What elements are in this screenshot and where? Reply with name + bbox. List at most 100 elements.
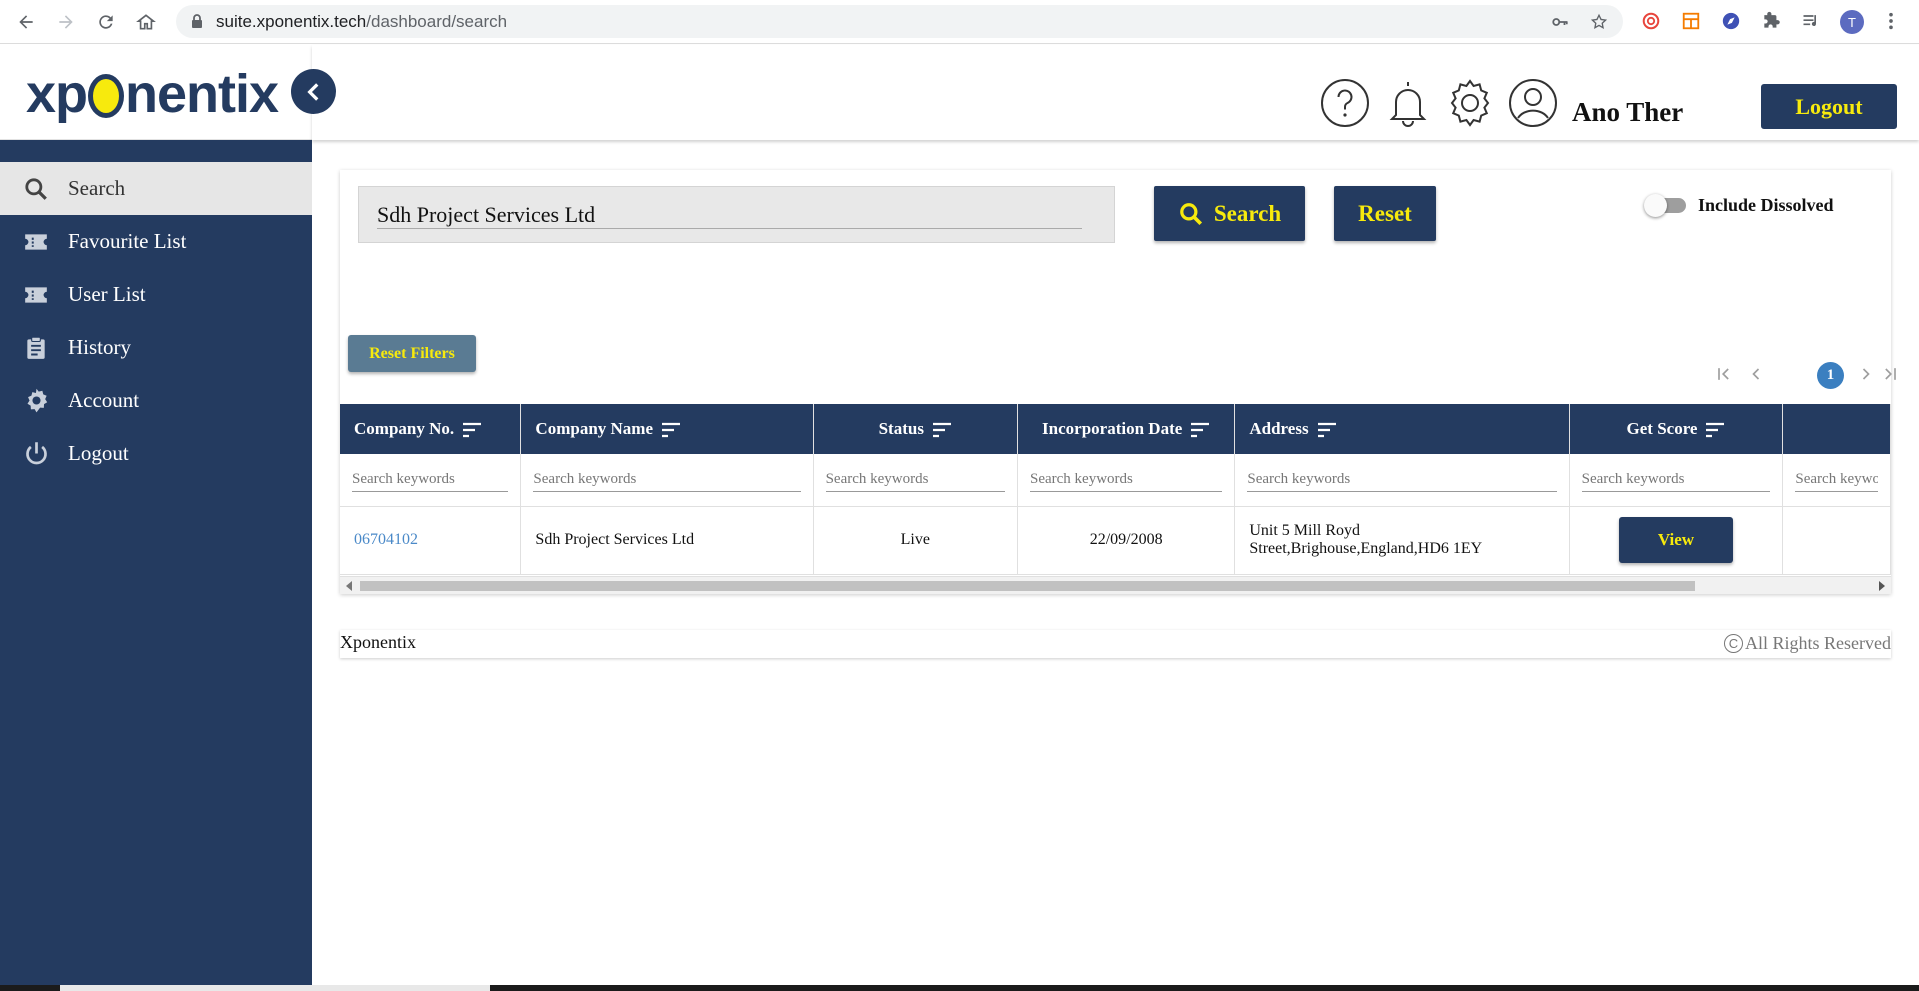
logo-area: xp nentix	[0, 45, 312, 140]
sidebar-item-label: Favourite List	[68, 229, 187, 253]
filter-status-input[interactable]	[825, 467, 1005, 492]
column-header-address[interactable]: Address	[1234, 404, 1570, 454]
help-icon[interactable]	[1320, 78, 1370, 128]
extension-compass-icon[interactable]	[1720, 10, 1742, 32]
scrollbar-thumb[interactable]	[360, 581, 1695, 591]
bookmark-star-icon[interactable]	[1590, 13, 1608, 31]
sidebar-item-user-list[interactable]: User List	[0, 268, 312, 321]
column-header-label: Company No.	[354, 419, 455, 438]
xponentix-logo[interactable]: xp nentix	[26, 63, 279, 125]
column-header-label: Address	[1249, 419, 1309, 438]
user-avatar-icon[interactable]	[1508, 78, 1558, 128]
search-panel: Search Reset Include Dissolved Reset Fil…	[340, 170, 1896, 594]
pagination: 1	[1710, 360, 1896, 390]
cell-overflow	[1782, 506, 1891, 575]
cell-company-name: Sdh Project Services Ltd	[520, 506, 814, 575]
company-no-link[interactable]: 06704102	[354, 531, 418, 548]
url-text: suite.xponentix.tech/dashboard/search	[216, 12, 507, 32]
sidebar-item-search[interactable]: Search	[0, 162, 312, 215]
filter-company-no-input[interactable]	[352, 467, 509, 492]
search-icon	[22, 175, 50, 203]
reset-button[interactable]: Reset	[1334, 186, 1436, 241]
extension-layout-icon[interactable]	[1680, 10, 1702, 32]
results-table-container: Company No. Company Name Status Incorpor…	[340, 404, 1891, 576]
column-header-company-no[interactable]: Company No.	[340, 404, 522, 454]
sidebar-item-history[interactable]: History	[0, 321, 312, 374]
filter-cell	[520, 454, 814, 507]
search-box	[358, 186, 1115, 243]
sort-icon[interactable]	[1705, 422, 1725, 438]
address-line-2: Street,Brighouse,England,HD6 1EY	[1249, 540, 1483, 557]
search-button[interactable]: Search	[1154, 186, 1305, 241]
filter-cell	[340, 454, 522, 507]
extension-swirl-icon[interactable]	[1640, 10, 1662, 32]
company-search-input[interactable]	[377, 201, 1082, 229]
filter-company-name-input[interactable]	[533, 467, 801, 492]
filter-cell	[1569, 454, 1784, 507]
sort-icon[interactable]	[462, 422, 482, 438]
include-dissolved-toggle[interactable]	[1644, 194, 1688, 217]
current-page[interactable]: 1	[1817, 362, 1844, 389]
sort-icon[interactable]	[661, 422, 681, 438]
search-button-label: Search	[1213, 200, 1282, 226]
sort-icon[interactable]	[1317, 422, 1337, 438]
filter-incorporation-date-input[interactable]	[1029, 467, 1223, 492]
footer: Xponentix C All Rights Reserved	[340, 630, 1891, 658]
filter-row	[340, 454, 1891, 507]
sort-icon[interactable]	[1190, 422, 1210, 438]
horizontal-scrollbar[interactable]	[340, 576, 1891, 594]
taskbar-segment	[60, 985, 490, 991]
column-header-overflow	[1782, 404, 1891, 454]
sidebar-item-label: User List	[68, 282, 146, 306]
toggle-knob	[1644, 194, 1667, 217]
column-header-label: Company Name	[535, 419, 654, 438]
reset-filters-button[interactable]: Reset Filters	[348, 335, 476, 372]
filter-cell	[1234, 454, 1570, 507]
column-header-incorporation-date[interactable]: Incorporation Date	[1017, 404, 1236, 454]
lock-icon	[192, 14, 202, 28]
column-header-label: Get Score	[1626, 419, 1698, 438]
column-header-get-score[interactable]: Get Score	[1569, 404, 1784, 454]
profile-avatar[interactable]: T	[1840, 10, 1864, 34]
last-page-icon[interactable]	[1878, 362, 1902, 386]
sidebar-item-label: Logout	[68, 441, 129, 465]
view-score-button[interactable]: View	[1619, 517, 1733, 563]
sidebar-item-logout[interactable]: Logout	[0, 427, 312, 480]
home-icon[interactable]	[133, 9, 159, 35]
filter-address-input[interactable]	[1247, 467, 1557, 492]
cell-status: Live	[813, 506, 1018, 575]
scroll-right-arrow-icon[interactable]	[1879, 581, 1885, 591]
settings-gear-icon[interactable]	[1445, 78, 1495, 128]
ticket-icon	[22, 228, 50, 256]
previous-page-icon[interactable]	[1744, 362, 1768, 386]
reload-icon[interactable]	[93, 9, 119, 35]
back-arrow-icon[interactable]	[13, 9, 39, 35]
sort-icon[interactable]	[932, 422, 952, 438]
address-bar[interactable]: suite.xponentix.tech/dashboard/search	[176, 5, 1623, 38]
filter-overflow-input[interactable]	[1795, 467, 1878, 492]
cell-address: Unit 5 Mill Royd Street,Brighouse,England…	[1234, 506, 1570, 575]
sidebar-item-account[interactable]: Account	[0, 374, 312, 427]
search-icon	[1180, 202, 1202, 225]
extensions-puzzle-icon[interactable]	[1760, 10, 1782, 32]
forward-arrow-icon[interactable]	[53, 9, 79, 35]
cell-get-score: View	[1569, 506, 1784, 575]
sidebar-item-favourite-list[interactable]: Favourite List	[0, 215, 312, 268]
column-header-label: Incorporation Date	[1042, 419, 1183, 438]
logout-button[interactable]: Logout	[1761, 84, 1897, 129]
filter-cell	[1017, 454, 1236, 507]
scroll-left-arrow-icon[interactable]	[346, 581, 352, 591]
filter-get-score-input[interactable]	[1581, 467, 1771, 492]
first-page-icon[interactable]	[1712, 362, 1736, 386]
footer-rights: C All Rights Reserved	[1724, 633, 1891, 654]
bell-icon[interactable]	[1383, 78, 1433, 128]
column-header-company-name[interactable]: Company Name	[520, 404, 814, 454]
key-icon[interactable]	[1551, 13, 1569, 31]
include-dissolved-label: Include Dissolved	[1698, 195, 1834, 215]
column-header-status[interactable]: Status	[813, 404, 1018, 454]
media-queue-icon[interactable]	[1800, 10, 1822, 32]
collapse-sidebar-button[interactable]	[291, 69, 336, 114]
logo-text-right: nentix	[125, 64, 279, 124]
kebab-menu-icon[interactable]	[1880, 10, 1902, 32]
next-page-icon[interactable]	[1854, 362, 1878, 386]
